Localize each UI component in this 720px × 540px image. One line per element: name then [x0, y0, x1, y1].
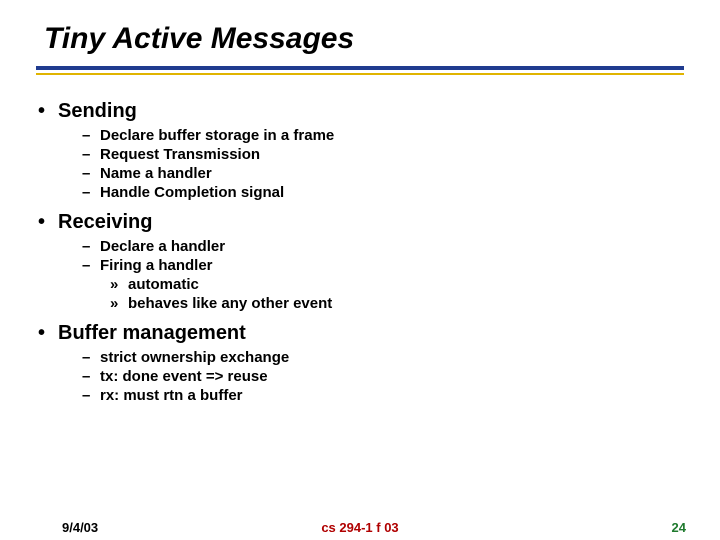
sub-bullet: – Declare a handler	[36, 238, 684, 255]
dash-icon: –	[82, 238, 90, 255]
sub-bullet: – tx: done event => reuse	[36, 368, 684, 385]
dash-icon: –	[82, 349, 90, 366]
sub-bullet-text: Declare buffer storage in a frame	[100, 127, 334, 144]
dot-icon: •	[38, 100, 45, 123]
dash-icon: –	[82, 257, 90, 274]
bullet-receiving: • Receiving	[36, 211, 684, 234]
sub-bullet: – Request Transmission	[36, 146, 684, 163]
sub-sub-bullet: » behaves like any other event	[36, 295, 684, 312]
sub-bullet-text: Name a handler	[100, 165, 212, 182]
sub-bullet: – Handle Completion signal	[36, 184, 684, 201]
dot-icon: •	[38, 211, 45, 234]
bullet-label: Buffer management	[58, 322, 246, 344]
sub-bullet: – Firing a handler	[36, 257, 684, 274]
bullet-label: Sending	[58, 100, 137, 122]
dash-icon: –	[82, 146, 90, 163]
sub-bullet: – rx: must rtn a buffer	[36, 387, 684, 404]
rule-thick	[36, 66, 684, 70]
sub-sub-bullet-text: automatic	[128, 276, 199, 293]
raquo-icon: »	[110, 295, 118, 312]
slide-title: Tiny Active Messages	[44, 22, 354, 56]
sub-sub-bullet-text: behaves like any other event	[128, 295, 332, 312]
raquo-icon: »	[110, 276, 118, 293]
sub-sub-bullet: » automatic	[36, 276, 684, 293]
slide: Tiny Active Messages • Sending – Declare…	[0, 0, 720, 540]
sub-bullet-text: Handle Completion signal	[100, 184, 284, 201]
bullet-label: Receiving	[58, 211, 152, 233]
sub-bullet-text: Declare a handler	[100, 238, 225, 255]
rule-thin	[36, 73, 684, 75]
sub-bullet: – Declare buffer storage in a frame	[36, 127, 684, 144]
dash-icon: –	[82, 127, 90, 144]
sub-bullet-text: strict ownership exchange	[100, 349, 289, 366]
dash-icon: –	[82, 368, 90, 385]
bullet-buffer-management: • Buffer management	[36, 322, 684, 345]
slide-body: • Sending – Declare buffer storage in a …	[36, 90, 684, 406]
sub-bullet: – strict ownership exchange	[36, 349, 684, 366]
footer-course: cs 294-1 f 03	[0, 520, 720, 535]
sub-bullet-text: Request Transmission	[100, 146, 260, 163]
dash-icon: –	[82, 184, 90, 201]
sub-bullet-text: Firing a handler	[100, 257, 213, 274]
title-rule	[36, 66, 684, 75]
footer-page-number: 24	[672, 520, 686, 535]
sub-bullet-text: tx: done event => reuse	[100, 368, 268, 385]
dash-icon: –	[82, 165, 90, 182]
sub-bullet-text: rx: must rtn a buffer	[100, 387, 243, 404]
bullet-sending: • Sending	[36, 100, 684, 123]
dot-icon: •	[38, 322, 45, 345]
sub-bullet: – Name a handler	[36, 165, 684, 182]
dash-icon: –	[82, 387, 90, 404]
